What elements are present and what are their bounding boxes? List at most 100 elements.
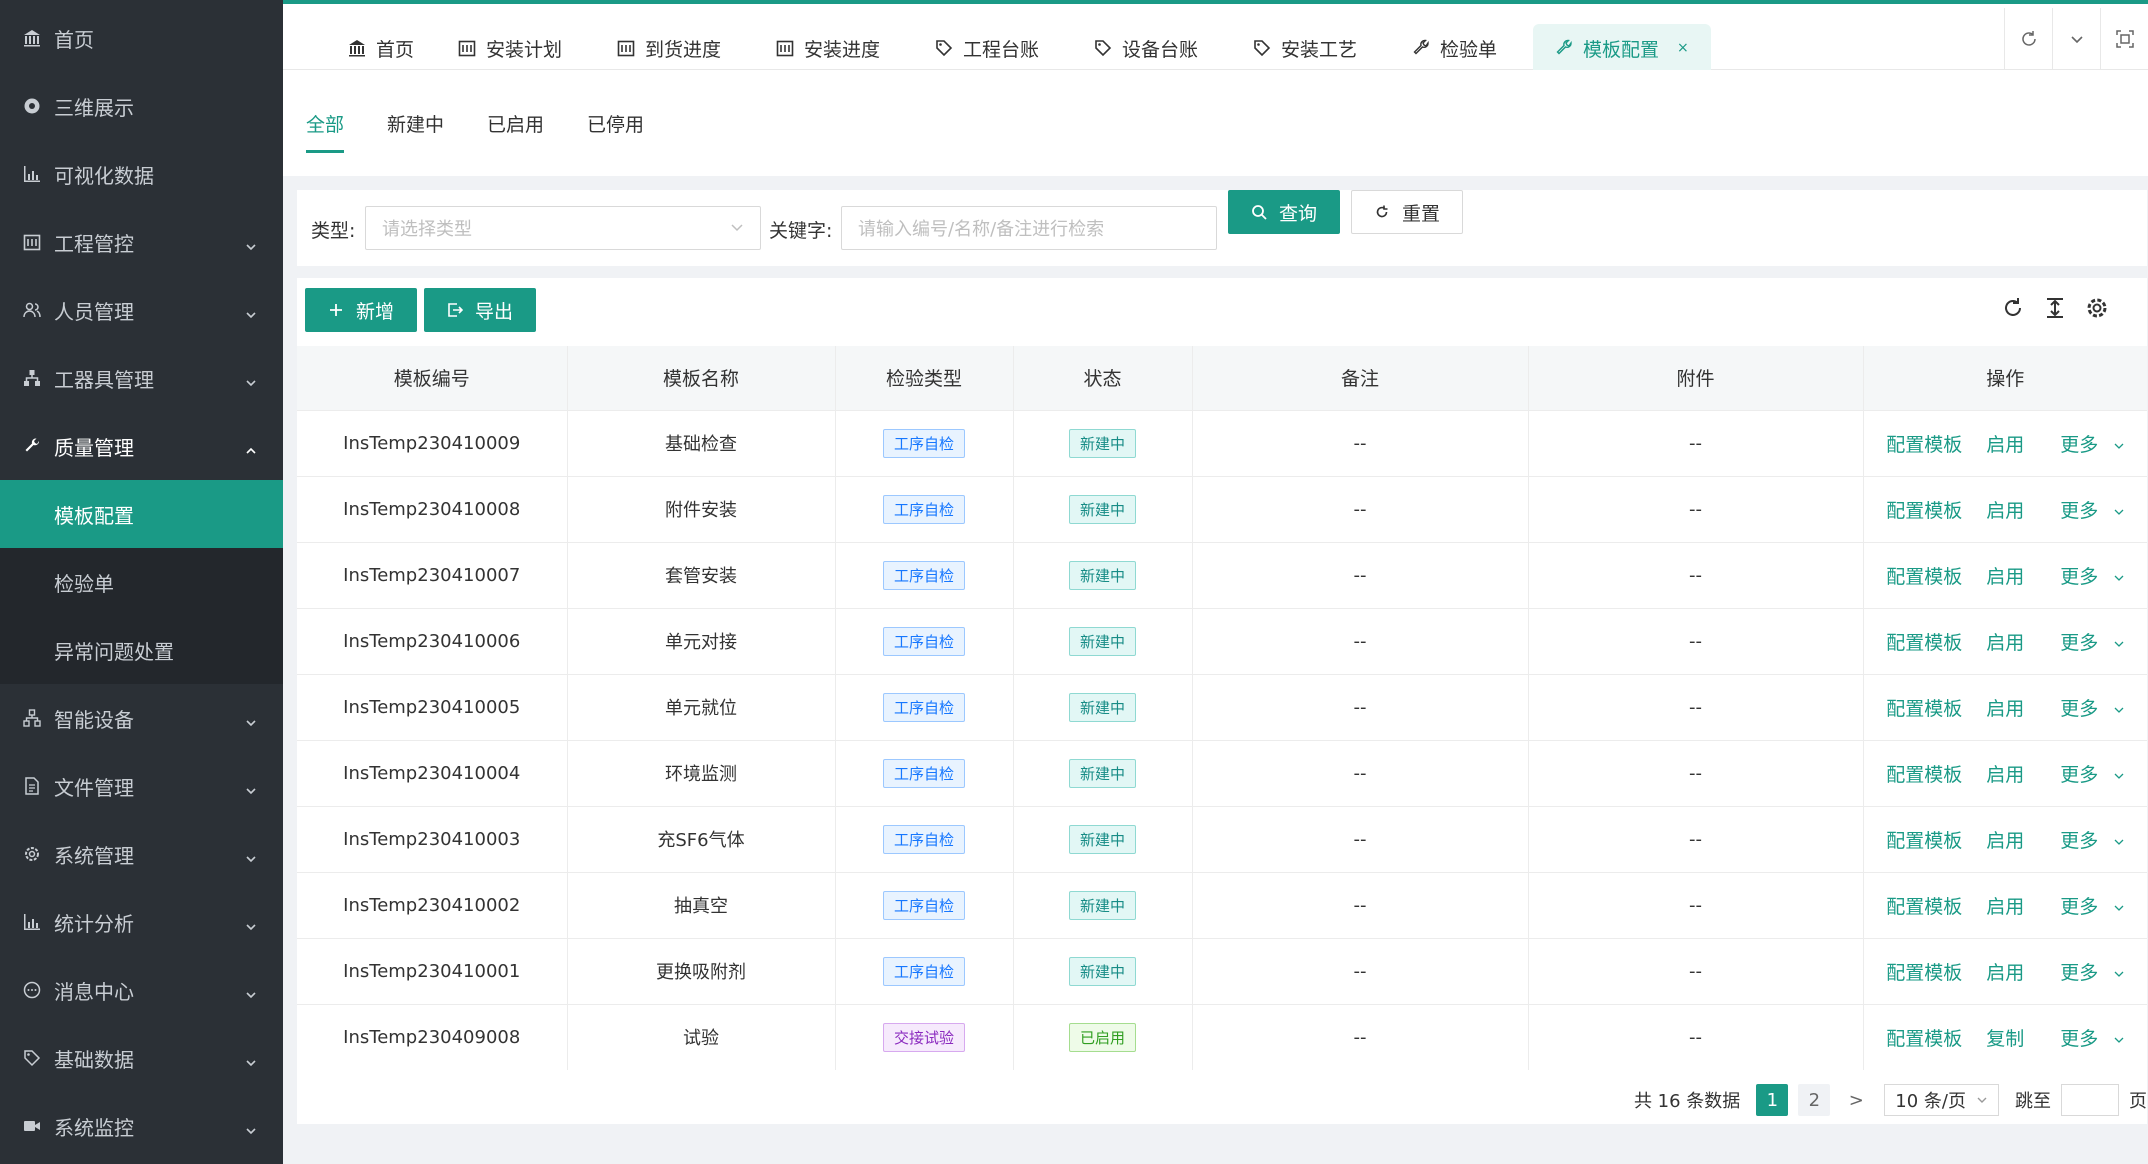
configure-template-link[interactable]: 配置模板: [1886, 830, 1962, 852]
more-dropdown[interactable]: 更多: [2048, 830, 2124, 852]
keyword-input[interactable]: 请输入编号/名称/备注进行检索: [841, 206, 1217, 250]
main-area: 首页 安装计划 到货进度 安装进度 工程台账 设备台账 安装工艺 检验单 模板配…: [283, 0, 2148, 1164]
export-button[interactable]: 导出: [424, 288, 536, 332]
tab-template-config[interactable]: 模板配置 ×: [1533, 24, 1711, 72]
sidebar-item-label: 工器具管理: [54, 367, 154, 392]
configure-template-link[interactable]: 配置模板: [1886, 698, 1962, 720]
page-2[interactable]: 2: [1798, 1084, 1831, 1116]
sidebar-item-engineering[interactable]: 工程管控: [0, 208, 283, 276]
more-dropdown[interactable]: 更多: [2048, 632, 2124, 654]
attachment-value: --: [1689, 564, 1702, 586]
sidebar-item-files[interactable]: 文件管理: [0, 752, 283, 820]
sidebar-item-personnel[interactable]: 人员管理: [0, 276, 283, 344]
type-select[interactable]: 请选择类型: [365, 206, 761, 250]
sidebar-item-tools[interactable]: 工器具管理: [0, 344, 283, 412]
configure-template-link[interactable]: 配置模板: [1886, 566, 1962, 588]
configure-template-link[interactable]: 配置模板: [1886, 764, 1962, 786]
row-action-link[interactable]: 启用: [1986, 764, 2024, 786]
more-dropdown[interactable]: 更多: [2048, 434, 2124, 456]
tab-home[interactable]: 首页: [348, 24, 414, 72]
template-code: InsTemp230410002: [343, 894, 521, 916]
page-1[interactable]: 1: [1756, 1084, 1789, 1116]
sidebar-item-monitor[interactable]: 系统监控: [0, 1092, 283, 1160]
refresh-icon[interactable]: [2004, 8, 2052, 70]
status-badge: 已启用: [1068, 1022, 1136, 1052]
configure-template-link[interactable]: 配置模板: [1886, 1028, 1962, 1050]
sidebar-item-messages[interactable]: 消息中心: [0, 956, 283, 1024]
sidebar-item-base-data[interactable]: 基础数据: [0, 1024, 283, 1092]
tab-inspection[interactable]: 检验单: [1412, 24, 1497, 72]
refresh-icon[interactable]: [2001, 296, 2025, 324]
gear-icon[interactable]: [2085, 296, 2109, 324]
cell-name: 更换吸附剂: [567, 937, 836, 1004]
sidebar-subitem-template-config[interactable]: 模板配置: [0, 480, 283, 548]
sidebar-subitem-inspection[interactable]: 检验单: [0, 548, 283, 616]
configure-template-link[interactable]: 配置模板: [1886, 434, 1962, 456]
status-tab-enabled[interactable]: 已启用: [487, 110, 544, 137]
configure-template-link[interactable]: 配置模板: [1886, 500, 1962, 522]
status-tab-all[interactable]: 全部: [306, 110, 345, 153]
query-button[interactable]: 查询: [1228, 190, 1340, 234]
tab-device-ledger[interactable]: 设备台账: [1094, 24, 1198, 72]
more-dropdown[interactable]: 更多: [2048, 566, 2124, 588]
sidebar-item-label: 系统监控: [54, 1115, 134, 1140]
sidebar-item-statistics[interactable]: 统计分析: [0, 888, 283, 956]
row-action-link[interactable]: 启用: [1986, 830, 2024, 852]
sidebar-subitem-label: 异常问题处置: [54, 639, 174, 664]
row-action-link[interactable]: 启用: [1986, 698, 2024, 720]
row-action-link[interactable]: 启用: [1986, 632, 2024, 654]
close-icon[interactable]: ×: [1677, 40, 1689, 56]
reset-button[interactable]: 重置: [1351, 190, 1463, 234]
type-badge: 工序自检: [882, 494, 965, 524]
tab-install-progress[interactable]: 安装进度: [776, 24, 880, 72]
tab-arrival-progress[interactable]: 到货进度: [617, 24, 721, 72]
tab-install-plan[interactable]: 安装计划: [458, 24, 562, 72]
cell-actions: 配置模板 启用 更多: [1863, 871, 2147, 938]
sidebar-subitem-exception[interactable]: 异常问题处置: [0, 616, 283, 684]
cell-remark: --: [1192, 871, 1529, 938]
row-action-link[interactable]: 启用: [1986, 566, 2024, 588]
configure-template-link[interactable]: 配置模板: [1886, 632, 1962, 654]
jump-input[interactable]: [2061, 1084, 2119, 1116]
sidebar-item-smart-devices[interactable]: 智能设备: [0, 684, 283, 752]
sidebar-item-quality[interactable]: 质量管理: [0, 412, 283, 480]
sidebar-item-system[interactable]: 系统管理: [0, 820, 283, 888]
row-action-link[interactable]: 启用: [1986, 896, 2024, 918]
sidebar-item-3d[interactable]: 三维展示: [0, 72, 283, 140]
more-dropdown[interactable]: 更多: [2048, 764, 2124, 786]
cell-type: 工序自检: [835, 739, 1014, 806]
row-action-link[interactable]: 启用: [1986, 962, 2024, 984]
more-dropdown[interactable]: 更多: [2048, 896, 2124, 918]
more-dropdown[interactable]: 更多: [2048, 500, 2124, 522]
status-tab-disabled[interactable]: 已停用: [587, 110, 644, 137]
cell-status: 新建中: [1013, 739, 1193, 806]
bar-chart-icon: [22, 912, 42, 932]
cell-name: 充SF6气体: [567, 805, 836, 872]
remark-value: --: [1353, 630, 1367, 652]
page-size-select[interactable]: 10 条/页: [1884, 1084, 1999, 1116]
table-row: InsTemp230410002 抽真空 工序自检 新建中 -- -- 配置模板 启用 更多: [297, 871, 2147, 938]
tab-install-process[interactable]: 安装工艺: [1253, 24, 1357, 72]
sidebar-item-visual[interactable]: 可视化数据: [0, 140, 283, 208]
row-action-link[interactable]: 启用: [1986, 434, 2024, 456]
more-dropdown[interactable]: 更多: [2048, 698, 2124, 720]
plus-icon: [328, 302, 344, 318]
configure-template-link[interactable]: 配置模板: [1886, 962, 1962, 984]
configure-template-link[interactable]: 配置模板: [1886, 896, 1962, 918]
attachment-value: --: [1689, 498, 1702, 520]
fullscreen-icon[interactable]: [2100, 8, 2148, 70]
add-button[interactable]: 新增: [305, 288, 417, 332]
more-dropdown[interactable]: 更多: [2048, 962, 2124, 984]
row-action-link[interactable]: 复制: [1986, 1028, 2024, 1050]
next-page-button[interactable]: >: [1840, 1084, 1873, 1116]
chevron-down-icon[interactable]: [2052, 8, 2100, 70]
tab-project-ledger[interactable]: 工程台账: [935, 24, 1039, 72]
chevron-down-icon: [2114, 641, 2124, 647]
status-tab-new[interactable]: 新建中: [387, 110, 444, 137]
row-action-link[interactable]: 启用: [1986, 500, 2024, 522]
tab-label: 检验单: [1440, 38, 1498, 61]
column-height-icon[interactable]: [2043, 296, 2067, 324]
sidebar-item-home[interactable]: 首页: [0, 4, 283, 72]
column-header: 备注: [1192, 346, 1529, 410]
more-dropdown[interactable]: 更多: [2048, 1028, 2124, 1050]
